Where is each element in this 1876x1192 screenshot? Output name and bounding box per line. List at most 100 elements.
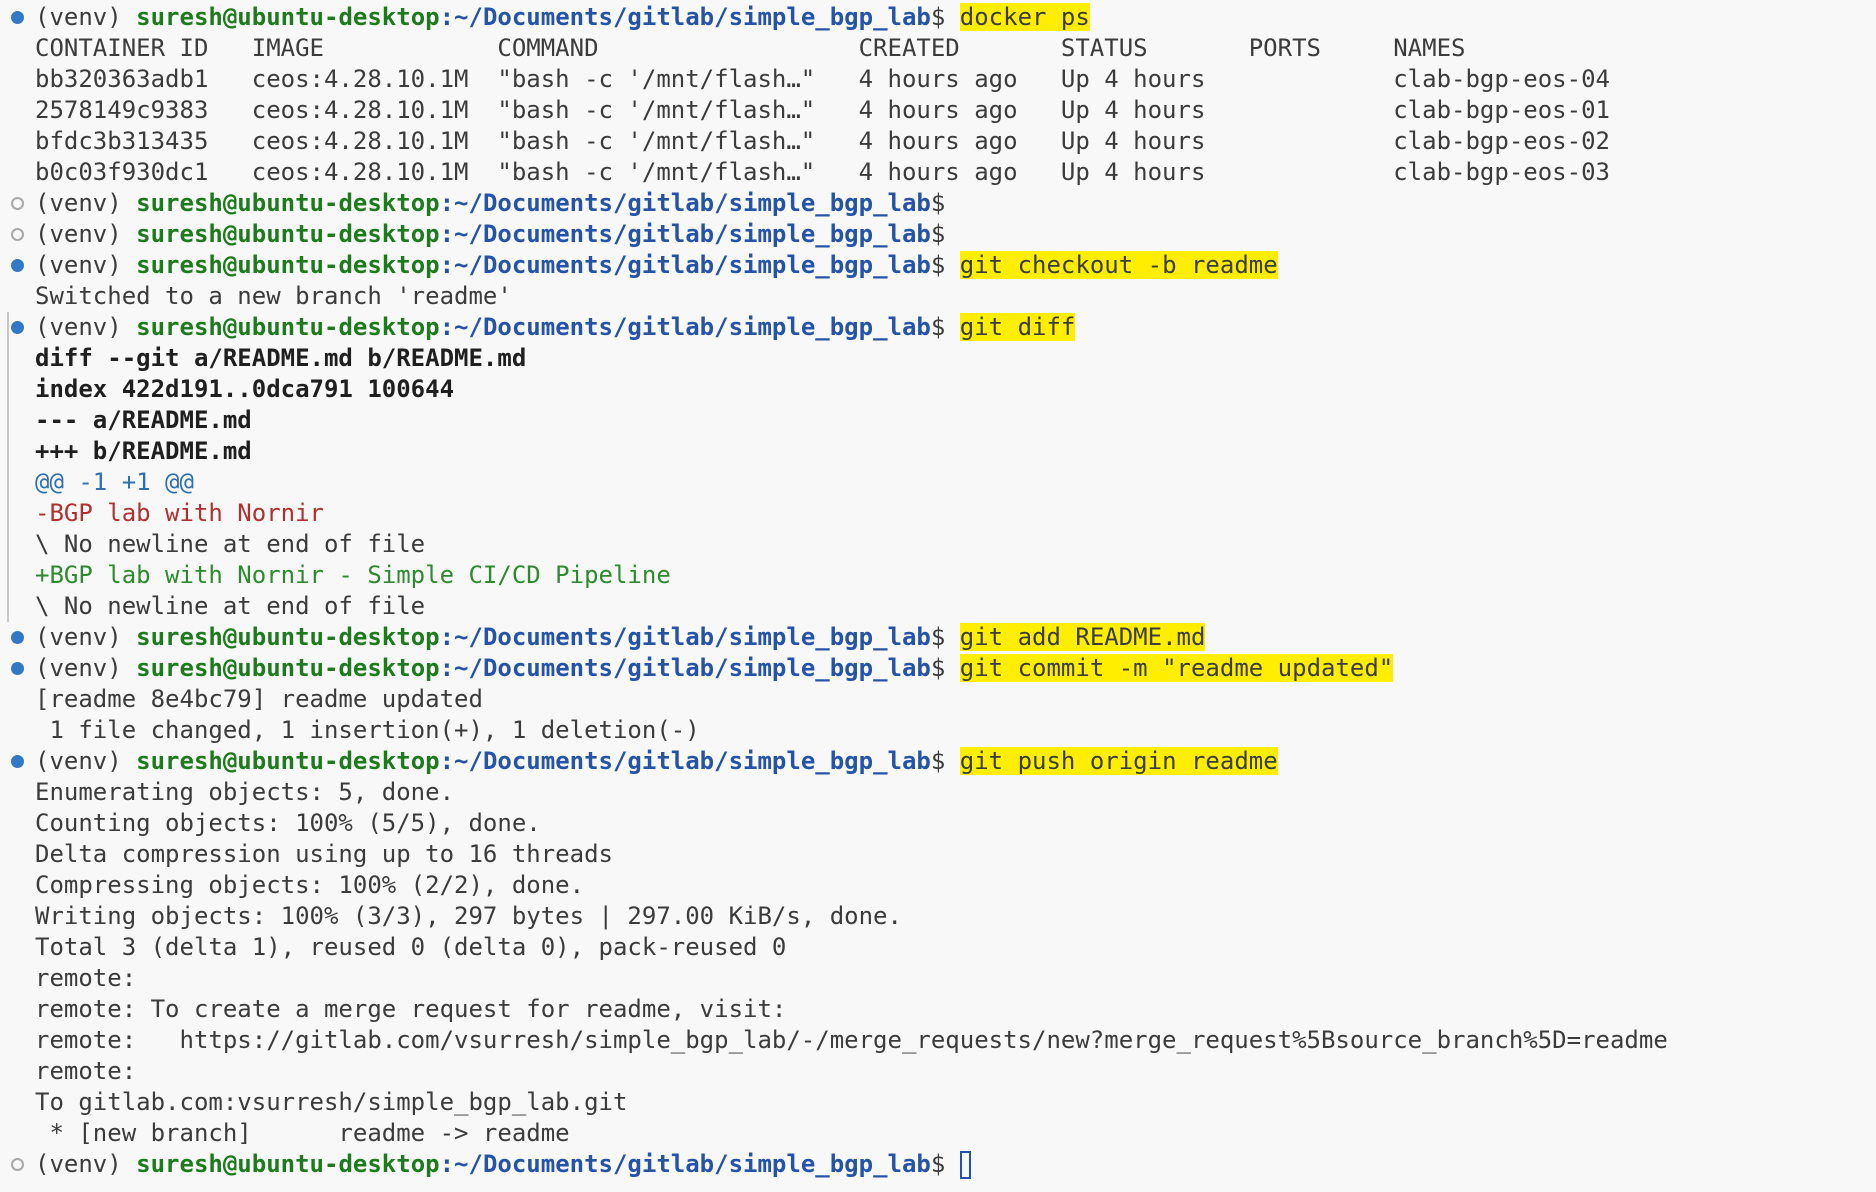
command-decoration-success-icon[interactable] bbox=[11, 321, 24, 334]
prompt-user: suresh@ubuntu-desktop bbox=[136, 747, 440, 775]
prompt-symbol: $ bbox=[930, 189, 946, 217]
prompt-path: :~/Documents/gitlab/simple_bgp_lab bbox=[439, 654, 931, 682]
output-text: Switched to a new branch 'readme' bbox=[35, 282, 512, 310]
command-decoration-success-icon[interactable] bbox=[11, 755, 24, 768]
output-line: Delta compression using up to 16 threads bbox=[0, 839, 1876, 870]
output-text: To gitlab.com:vsurresh/simple_bgp_lab.gi… bbox=[35, 1088, 628, 1116]
output-line: Writing objects: 100% (3/3), 297 bytes |… bbox=[0, 901, 1876, 932]
prompt-line: (venv) suresh@ubuntu-desktop:~/Documents… bbox=[0, 188, 1876, 219]
command-decoration-empty-icon[interactable] bbox=[11, 228, 24, 241]
prompt-line: (venv) suresh@ubuntu-desktop:~/Documents… bbox=[0, 746, 1876, 777]
command-decoration-success-icon[interactable] bbox=[11, 662, 24, 675]
output-text: remote: bbox=[35, 1057, 137, 1085]
command-decoration-success-icon[interactable] bbox=[11, 259, 24, 272]
output-line: --- a/README.md bbox=[0, 405, 1876, 436]
prompt-path: :~/Documents/gitlab/simple_bgp_lab bbox=[439, 220, 931, 248]
output-text: * [new branch] readme -> readme bbox=[35, 1119, 570, 1147]
output-text: Counting objects: 100% (5/5), done. bbox=[35, 809, 541, 837]
prompt-symbol: $ bbox=[930, 654, 946, 682]
prompt-line: (venv) suresh@ubuntu-desktop:~/Documents… bbox=[0, 250, 1876, 281]
output-text: Enumerating objects: 5, done. bbox=[35, 778, 455, 806]
output-text: @@ -1 +1 @@ bbox=[35, 468, 194, 496]
prompt-symbol: $ bbox=[930, 220, 946, 248]
prompt-symbol: $ bbox=[930, 313, 946, 341]
prompt-line: (venv) suresh@ubuntu-desktop:~/Documents… bbox=[0, 653, 1876, 684]
output-text: Total 3 (delta 1), reused 0 (delta 0), p… bbox=[35, 933, 787, 961]
prompt-venv: (venv) bbox=[35, 654, 137, 682]
output-text: Compressing objects: 100% (2/2), done. bbox=[35, 871, 585, 899]
prompt-line: (venv) suresh@ubuntu-desktop:~/Documents… bbox=[0, 219, 1876, 250]
prompt-path: :~/Documents/gitlab/simple_bgp_lab bbox=[439, 251, 931, 279]
output-text: --- a/README.md bbox=[35, 406, 252, 434]
prompt-path: :~/Documents/gitlab/simple_bgp_lab bbox=[439, 3, 931, 31]
command-decoration-success-icon[interactable] bbox=[11, 11, 24, 24]
prompt-symbol: $ bbox=[930, 251, 946, 279]
command-text: git commit -m "readme updated" bbox=[959, 654, 1394, 682]
output-line: remote: bbox=[0, 963, 1876, 994]
prompt-user: suresh@ubuntu-desktop bbox=[136, 623, 440, 651]
prompt-symbol: $ bbox=[930, 3, 946, 31]
prompt-user: suresh@ubuntu-desktop bbox=[136, 220, 440, 248]
prompt-venv: (venv) bbox=[35, 220, 137, 248]
output-text: [readme 8e4bc79] readme updated bbox=[35, 685, 483, 713]
prompt-venv: (venv) bbox=[35, 623, 137, 651]
output-line: bb320363adb1 ceos:4.28.10.1M "bash -c '/… bbox=[0, 64, 1876, 95]
prompt-user: suresh@ubuntu-desktop bbox=[136, 1150, 440, 1178]
output-text: remote: To create a merge request for re… bbox=[35, 995, 787, 1023]
output-line: 1 file changed, 1 insertion(+), 1 deleti… bbox=[0, 715, 1876, 746]
output-text: index 422d191..0dca791 100644 bbox=[35, 375, 455, 403]
prompt-path: :~/Documents/gitlab/simple_bgp_lab bbox=[439, 189, 931, 217]
output-text: b0c03f930dc1 ceos:4.28.10.1M "bash -c '/… bbox=[35, 158, 1610, 186]
output-text: diff --git a/README.md b/README.md bbox=[35, 344, 527, 372]
output-text: -BGP lab with Nornir bbox=[35, 499, 324, 527]
output-line: * [new branch] readme -> readme bbox=[0, 1118, 1876, 1149]
output-text: CONTAINER ID IMAGE COMMAND CREATED STATU… bbox=[35, 34, 1466, 62]
prompt-path: :~/Documents/gitlab/simple_bgp_lab bbox=[439, 1150, 931, 1178]
terminal-cursor[interactable] bbox=[959, 1151, 971, 1179]
prompt-user: suresh@ubuntu-desktop bbox=[136, 3, 440, 31]
output-line: 2578149c9383 ceos:4.28.10.1M "bash -c '/… bbox=[0, 95, 1876, 126]
prompt-user: suresh@ubuntu-desktop bbox=[136, 313, 440, 341]
terminal-output[interactable]: (venv) suresh@ubuntu-desktop:~/Documents… bbox=[0, 0, 1876, 1192]
output-line: [readme 8e4bc79] readme updated bbox=[0, 684, 1876, 715]
command-decoration-empty-icon[interactable] bbox=[11, 1158, 24, 1171]
command-text: git push origin readme bbox=[959, 747, 1278, 775]
prompt-path: :~/Documents/gitlab/simple_bgp_lab bbox=[439, 313, 931, 341]
prompt-line: (venv) suresh@ubuntu-desktop:~/Documents… bbox=[0, 312, 1876, 343]
prompt-user: suresh@ubuntu-desktop bbox=[136, 189, 440, 217]
output-text: Writing objects: 100% (3/3), 297 bytes |… bbox=[35, 902, 902, 930]
output-line: +++ b/README.md bbox=[0, 436, 1876, 467]
command-text: git add README.md bbox=[959, 623, 1206, 651]
output-text: 1 file changed, 1 insertion(+), 1 deleti… bbox=[35, 716, 700, 744]
output-text: +BGP lab with Nornir - Simple CI/CD Pipe… bbox=[35, 561, 671, 589]
output-text: bfdc3b313435 ceos:4.28.10.1M "bash -c '/… bbox=[35, 127, 1610, 155]
prompt-venv: (venv) bbox=[35, 189, 137, 217]
output-line: remote: https://gitlab.com/vsurresh/simp… bbox=[0, 1025, 1876, 1056]
output-text: \ No newline at end of file bbox=[35, 530, 426, 558]
prompt-symbol: $ bbox=[930, 1150, 946, 1178]
output-line: index 422d191..0dca791 100644 bbox=[0, 374, 1876, 405]
command-text: git checkout -b readme bbox=[959, 251, 1278, 279]
output-text: Delta compression using up to 16 threads bbox=[35, 840, 613, 868]
output-line: remote: To create a merge request for re… bbox=[0, 994, 1876, 1025]
output-line: remote: bbox=[0, 1056, 1876, 1087]
output-line: Counting objects: 100% (5/5), done. bbox=[0, 808, 1876, 839]
output-text: +++ b/README.md bbox=[35, 437, 252, 465]
command-text: git diff bbox=[959, 313, 1076, 341]
prompt-symbol: $ bbox=[930, 623, 946, 651]
prompt-venv: (venv) bbox=[35, 747, 137, 775]
prompt-line: (venv) suresh@ubuntu-desktop:~/Documents… bbox=[0, 2, 1876, 33]
output-line: @@ -1 +1 @@ bbox=[0, 467, 1876, 498]
command-decoration-success-icon[interactable] bbox=[11, 631, 24, 644]
output-line: Enumerating objects: 5, done. bbox=[0, 777, 1876, 808]
prompt-venv: (venv) bbox=[35, 3, 137, 31]
output-line: CONTAINER ID IMAGE COMMAND CREATED STATU… bbox=[0, 33, 1876, 64]
prompt-venv: (venv) bbox=[35, 313, 137, 341]
command-decoration-empty-icon[interactable] bbox=[11, 197, 24, 210]
output-text: \ No newline at end of file bbox=[35, 592, 426, 620]
output-text: bb320363adb1 ceos:4.28.10.1M "bash -c '/… bbox=[35, 65, 1610, 93]
output-line: diff --git a/README.md b/README.md bbox=[0, 343, 1876, 374]
output-text: remote: https://gitlab.com/vsurresh/simp… bbox=[35, 1026, 1668, 1054]
output-text: remote: bbox=[35, 964, 137, 992]
output-line: \ No newline at end of file bbox=[0, 591, 1876, 622]
